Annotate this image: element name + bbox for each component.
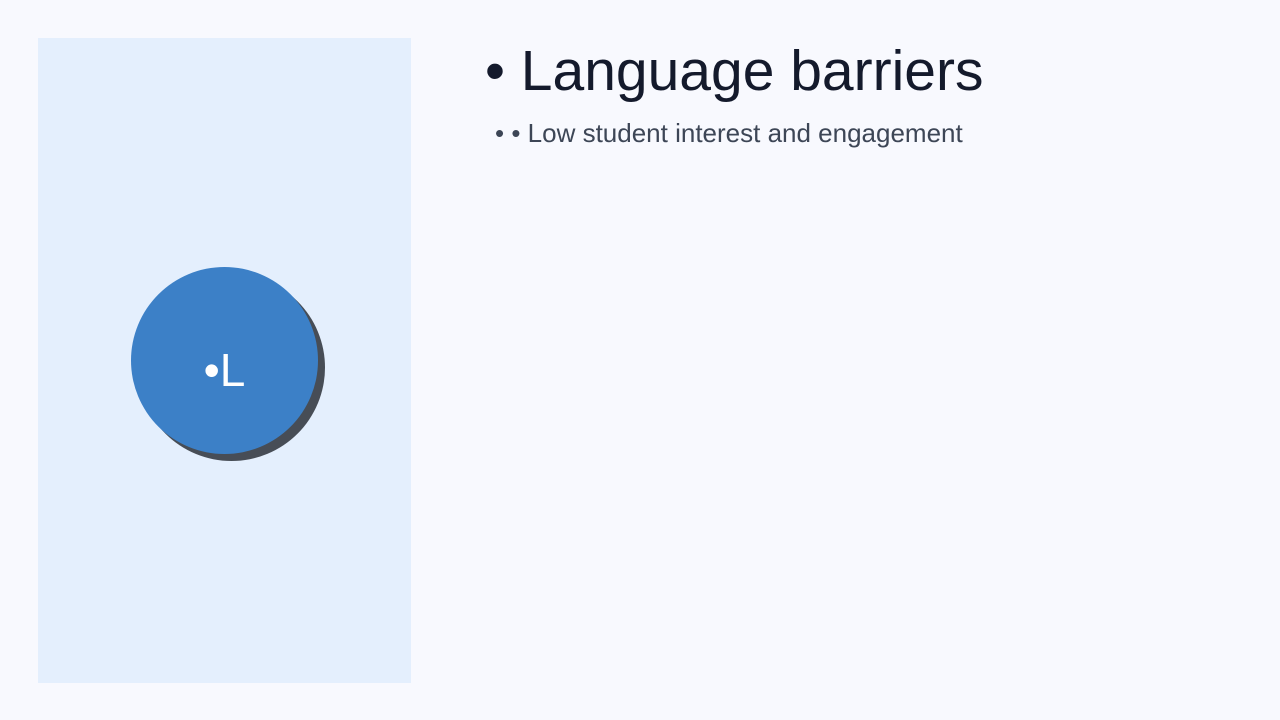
- badge-text: •L: [203, 343, 246, 396]
- bullet-point: • • Low student interest and engagement: [495, 118, 963, 148]
- slide-title: • Language barriers: [485, 39, 984, 103]
- slide: •L • Language barriers • • Low student i…: [0, 0, 1280, 720]
- side-panel: •L: [38, 38, 411, 683]
- slide-content: • Language barriers • • Low student inte…: [485, 38, 1245, 149]
- badge-circle: •L: [131, 267, 318, 454]
